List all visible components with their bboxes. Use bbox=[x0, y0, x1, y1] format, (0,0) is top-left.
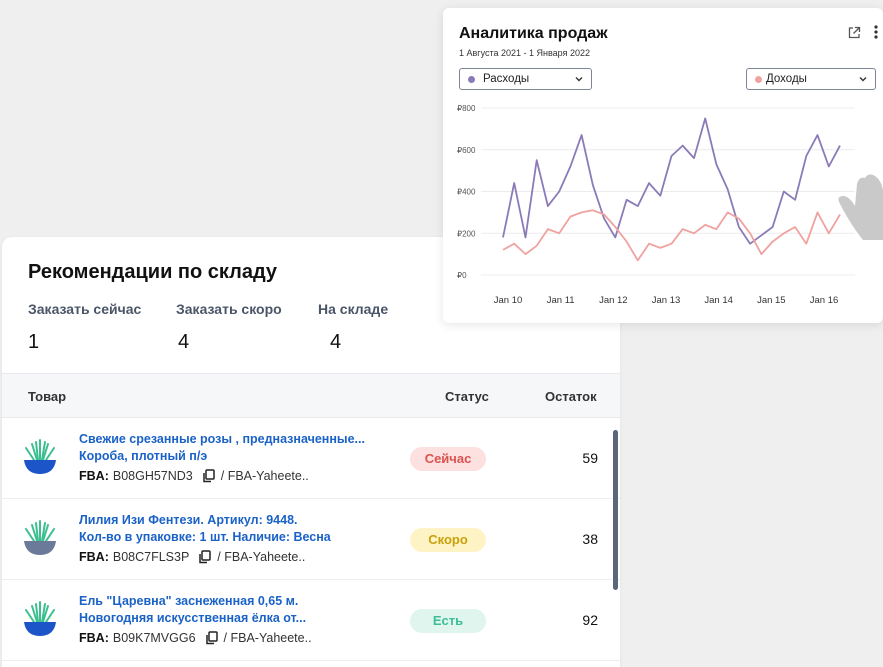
stat-in-stock-value: 4 bbox=[330, 331, 342, 353]
x-tick-label: Jan 14 bbox=[704, 295, 733, 306]
series-line-expenses[interactable] bbox=[502, 117, 841, 245]
stat-order-soon-value: 4 bbox=[178, 331, 190, 353]
expenses-select[interactable]: Расходы bbox=[459, 68, 592, 90]
column-header-status[interactable]: Статус bbox=[445, 389, 489, 404]
table-row[interactable]: Ель "Царевна" заснеженная 0,65 м. Нового… bbox=[2, 580, 620, 661]
fba-info: FBA: B09K7MVGG6 / FBA-Yaheete.. bbox=[79, 631, 312, 645]
sales-analytics-card: Аналитика продаж 1 Августа 2021 - 1 Янва… bbox=[443, 8, 883, 323]
series-line-income[interactable] bbox=[502, 209, 841, 262]
inventory-title: Рекомендации по складу bbox=[28, 261, 278, 283]
fba-code: B08GH57ND3 bbox=[112, 469, 193, 483]
copy-icon[interactable] bbox=[202, 469, 215, 483]
y-tick-label: ₽800 bbox=[457, 104, 476, 113]
chevron-down-icon bbox=[859, 77, 867, 82]
column-header-product[interactable]: Товар bbox=[28, 389, 66, 404]
income-select[interactable]: Доходы bbox=[746, 68, 876, 90]
table-row[interactable]: Свежие срезанные розы , предназначенные.… bbox=[2, 418, 620, 499]
x-tick-label: Jan 13 bbox=[652, 295, 681, 306]
income-dot bbox=[755, 75, 762, 83]
x-tick-label: Jan 15 bbox=[757, 295, 786, 306]
product-name-link[interactable]: Свежие срезанные розы , предназначенные.… bbox=[79, 431, 399, 465]
analytics-title: Аналитика продаж bbox=[459, 25, 608, 42]
plant-thumbnail-icon bbox=[24, 520, 56, 555]
hand-cursor-icon bbox=[838, 174, 883, 240]
fba-store: / FBA-Yaheete.. bbox=[223, 631, 312, 645]
product-name-link[interactable]: Ель "Царевна" заснеженная 0,65 м. Нового… bbox=[79, 593, 399, 627]
x-tick-label: Jan 10 bbox=[494, 295, 523, 306]
stock-value: 38 bbox=[582, 531, 598, 547]
external-link-icon[interactable] bbox=[848, 26, 861, 39]
plant-thumbnail-icon bbox=[24, 439, 56, 474]
product-name-link[interactable]: Лилия Изи Фентези. Артикул: 9448. Кол-во… bbox=[79, 512, 399, 546]
copy-icon[interactable] bbox=[205, 631, 218, 645]
income-select-label: Доходы bbox=[766, 73, 807, 85]
fba-store: / FBA-Yaheete.. bbox=[220, 469, 309, 483]
more-vertical-icon[interactable] bbox=[873, 24, 879, 40]
table-row[interactable]: Лилия Изи Фентези. Артикул: 9448. Кол-во… bbox=[2, 499, 620, 580]
stat-order-soon-label[interactable]: Заказать скоро bbox=[176, 301, 282, 317]
stock-value: 92 bbox=[582, 612, 598, 628]
stock-value: 59 bbox=[582, 450, 598, 466]
status-badge: Сейчас bbox=[410, 447, 486, 471]
y-tick-label: ₽200 bbox=[457, 229, 476, 238]
sales-line-chart: ₽0 ₽200 ₽400 ₽600 ₽800 Jan 10 Jan 11 Jan 12 Jan … bbox=[457, 104, 855, 306]
chevron-down-icon bbox=[575, 77, 583, 82]
fba-info: FBA: B08GH57ND3 / FBA-Yaheete.. bbox=[79, 469, 309, 483]
y-tick-label: ₽600 bbox=[457, 146, 476, 155]
x-tick-label: Jan 11 bbox=[547, 295, 575, 306]
fba-code: B09K7MVGG6 bbox=[112, 631, 196, 645]
x-tick-label: Jan 12 bbox=[599, 295, 628, 306]
fba-info: FBA: B08C7FLS3P / FBA-Yaheete.. bbox=[79, 550, 306, 564]
status-badge: Скоро bbox=[410, 528, 486, 552]
y-tick-label: ₽0 bbox=[457, 271, 467, 280]
column-header-stock[interactable]: Остаток bbox=[545, 389, 597, 404]
x-tick-label: Jan 16 bbox=[810, 295, 839, 306]
stat-in-stock-label[interactable]: На складе bbox=[318, 301, 388, 317]
status-badge: Есть bbox=[410, 609, 486, 633]
expenses-select-label: Расходы bbox=[483, 73, 530, 85]
table-header: Товар Статус Остаток bbox=[2, 373, 620, 418]
stat-order-now-value: 1 bbox=[28, 331, 40, 353]
analytics-date-range: 1 Августа 2021 - 1 Января 2022 bbox=[459, 48, 590, 58]
expenses-dot bbox=[468, 75, 475, 83]
table-scrollbar[interactable] bbox=[613, 430, 618, 590]
stat-order-now-label[interactable]: Заказать сейчас bbox=[28, 301, 141, 317]
plant-thumbnail-icon bbox=[24, 601, 56, 636]
copy-icon[interactable] bbox=[198, 550, 212, 564]
fba-store: / FBA-Yaheete.. bbox=[217, 550, 306, 564]
fba-code: B08C7FLS3P bbox=[112, 550, 190, 564]
y-tick-label: ₽400 bbox=[457, 188, 476, 197]
